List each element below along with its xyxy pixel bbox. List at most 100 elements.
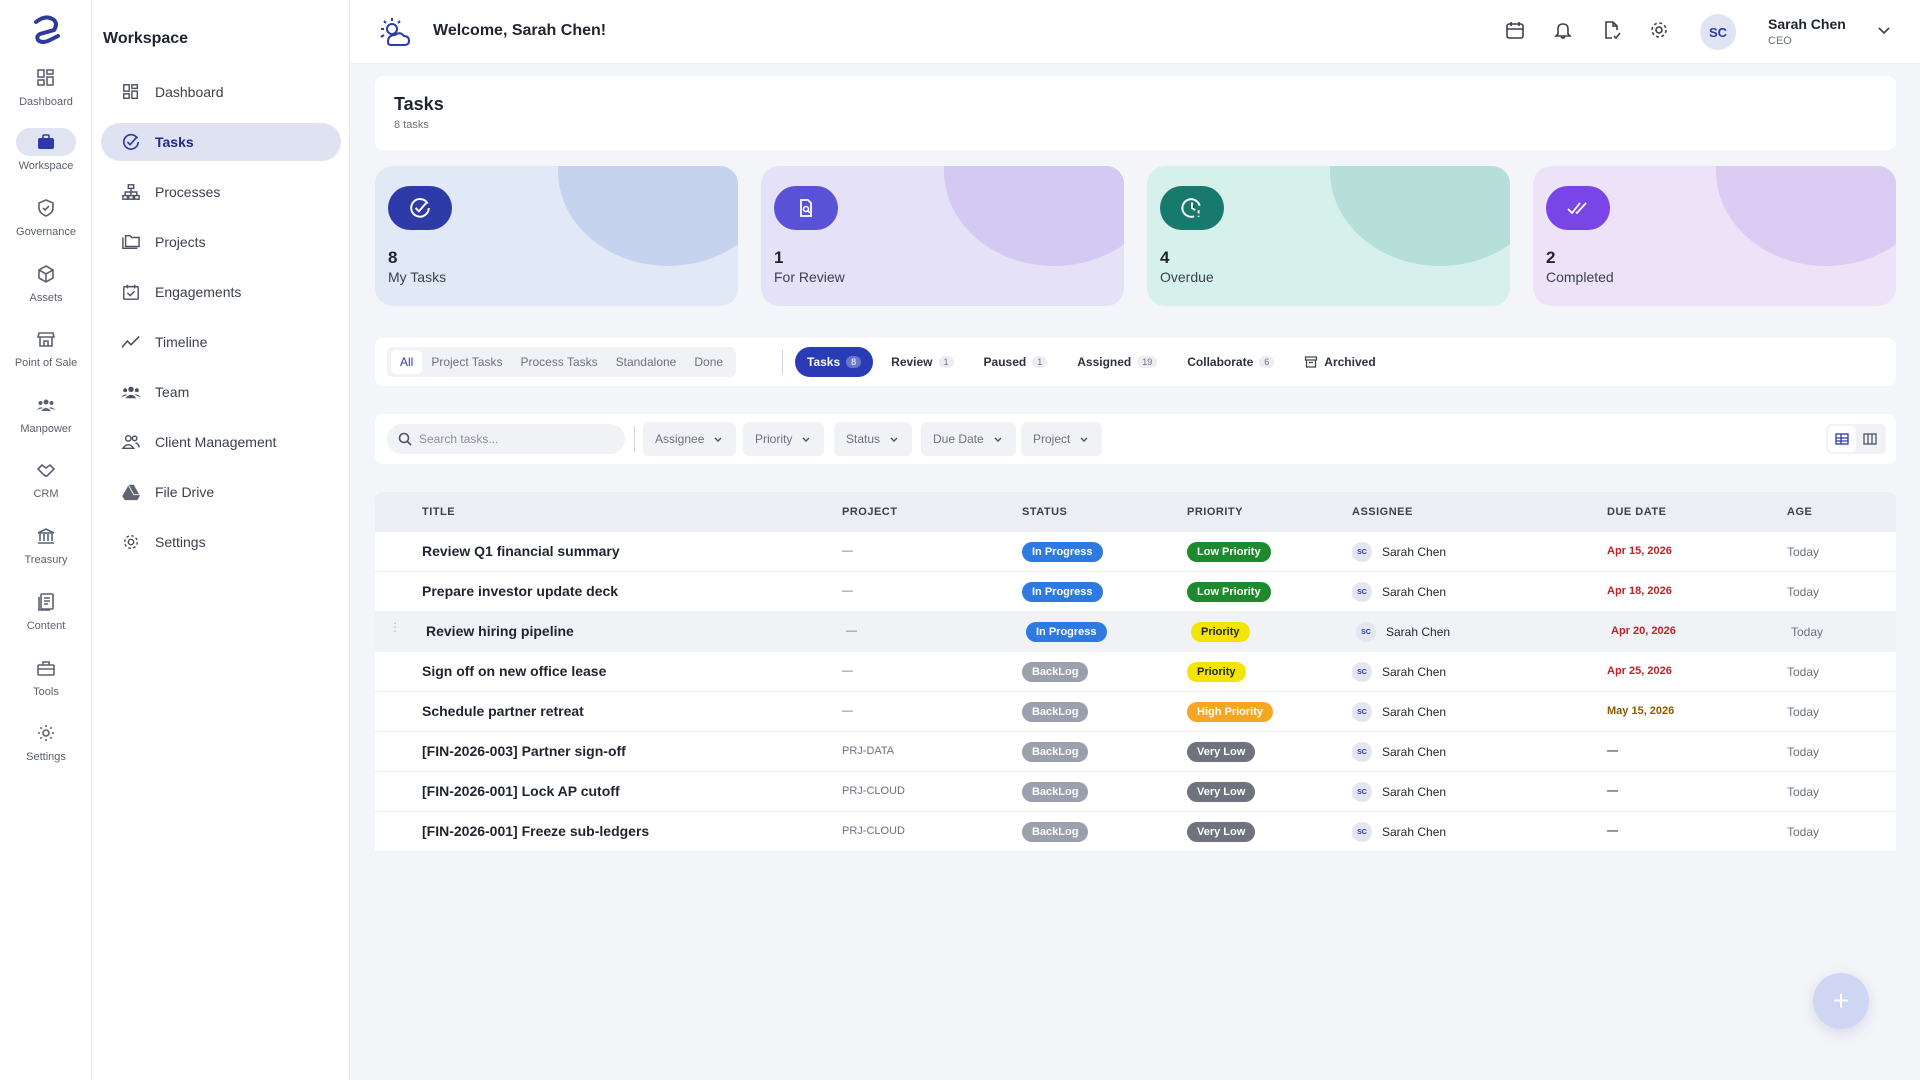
tab-archived[interactable]: Archived bbox=[1292, 347, 1387, 377]
rail-item-governance[interactable]: Governance bbox=[0, 194, 92, 254]
tab-process-tasks[interactable]: Process Tasks bbox=[511, 350, 606, 374]
status-filter[interactable]: Status bbox=[834, 422, 913, 456]
column-header[interactable]: DUE DATE bbox=[1607, 506, 1666, 518]
tab-project-tasks[interactable]: Project Tasks bbox=[422, 350, 511, 374]
document-sync-icon[interactable] bbox=[1601, 20, 1625, 44]
project-filter[interactable]: Project bbox=[1021, 422, 1103, 456]
assignee-filter[interactable]: Assignee bbox=[643, 422, 737, 456]
assignee[interactable]: SC Sarah Chen bbox=[1352, 542, 1446, 562]
table-row[interactable]: ⋮ Review hiring pipeline — In Progress Prior… bbox=[375, 612, 1896, 652]
assignee[interactable]: SC Sarah Chen bbox=[1352, 582, 1446, 602]
column-header[interactable]: AGE bbox=[1787, 506, 1812, 518]
rail-item-point-of-sale[interactable]: Point of Sale bbox=[0, 325, 92, 385]
task-title[interactable]: Prepare investor update deck bbox=[422, 583, 618, 599]
task-title[interactable]: Review hiring pipeline bbox=[426, 623, 574, 639]
add-task-button[interactable]: + bbox=[1813, 973, 1869, 1029]
status-badge[interactable]: In Progress bbox=[1026, 622, 1107, 642]
tab-paused[interactable]: Paused 1 bbox=[972, 347, 1060, 377]
table-row[interactable]: Review Q1 financial summary — In Progress L… bbox=[375, 532, 1896, 572]
table-row[interactable]: Schedule partner retreat — BackLog High Pri… bbox=[375, 692, 1896, 732]
drag-handle-icon[interactable]: ⋮ bbox=[389, 621, 401, 639]
status-badge[interactable]: BackLog bbox=[1022, 822, 1089, 842]
tab-all[interactable]: All bbox=[391, 350, 423, 374]
tab-review[interactable]: Review 1 bbox=[879, 347, 965, 377]
priority-badge[interactable]: Very Low bbox=[1187, 742, 1256, 762]
rail-item-treasury[interactable]: Treasury bbox=[0, 522, 92, 582]
tab-done[interactable]: Done bbox=[685, 350, 732, 374]
assignee[interactable]: SC Sarah Chen bbox=[1352, 742, 1446, 762]
search-input[interactable] bbox=[419, 432, 609, 446]
tab-assigned[interactable]: Assigned 19 bbox=[1065, 347, 1169, 377]
calendar-icon[interactable] bbox=[1505, 20, 1529, 44]
sidebar-item-dashboard[interactable]: Dashboard bbox=[101, 73, 341, 111]
table-row[interactable]: [FIN-2026-003] Partner sign-off PRJ-DATA B… bbox=[375, 732, 1896, 772]
rail-item-crm[interactable]: CRM bbox=[0, 456, 92, 516]
sidebar-item-client-management[interactable]: Client Management bbox=[101, 423, 341, 461]
status-badge[interactable]: BackLog bbox=[1022, 702, 1089, 722]
rail-item-assets[interactable]: Assets bbox=[0, 260, 92, 320]
table-row[interactable]: [FIN-2026-001] Freeze sub-ledgers PRJ-CLO… bbox=[375, 812, 1896, 852]
avatar[interactable]: SC bbox=[1700, 14, 1736, 50]
rail-item-content[interactable]: Content bbox=[0, 588, 92, 648]
table-row[interactable]: [FIN-2026-001] Lock AP cutoff PRJ-CLOUD Ba… bbox=[375, 772, 1896, 812]
priority-badge[interactable]: Priority bbox=[1187, 662, 1246, 682]
sidebar-item-file-drive[interactable]: File Drive bbox=[101, 473, 341, 511]
assignee[interactable]: SC Sarah Chen bbox=[1352, 822, 1446, 842]
status-badge[interactable]: BackLog bbox=[1022, 662, 1089, 682]
stat-card-for-review[interactable]: 1 For Review bbox=[761, 166, 1124, 306]
task-title[interactable]: Review Q1 financial summary bbox=[422, 543, 620, 559]
tab-standalone[interactable]: Standalone bbox=[607, 350, 686, 374]
due-date-filter[interactable]: Due Date bbox=[921, 422, 1016, 456]
task-title[interactable]: Schedule partner retreat bbox=[422, 703, 584, 719]
sidebar-item-timeline[interactable]: Timeline bbox=[101, 323, 341, 361]
column-header[interactable]: PROJECT bbox=[842, 506, 897, 518]
priority-badge[interactable]: High Priority bbox=[1187, 702, 1274, 722]
sidebar-item-projects[interactable]: Projects bbox=[101, 223, 341, 261]
bell-icon[interactable] bbox=[1553, 20, 1577, 44]
task-title[interactable]: Sign off on new office lease bbox=[422, 663, 606, 679]
status-badge[interactable]: BackLog bbox=[1022, 742, 1089, 762]
sidebar-item-engagements[interactable]: Engagements bbox=[101, 273, 341, 311]
stat-card-my-tasks[interactable]: 8 My Tasks bbox=[375, 166, 738, 306]
status-badge[interactable]: BackLog bbox=[1022, 782, 1089, 802]
task-title[interactable]: [FIN-2026-003] Partner sign-off bbox=[422, 743, 626, 759]
sidebar-item-team[interactable]: Team bbox=[101, 373, 341, 411]
task-title[interactable]: [FIN-2026-001] Lock AP cutoff bbox=[422, 783, 620, 799]
rail-item-tools[interactable]: Tools bbox=[0, 654, 92, 714]
assignee[interactable]: SC Sarah Chen bbox=[1352, 782, 1446, 802]
table-row[interactable]: Sign off on new office lease — BackLog Prio… bbox=[375, 652, 1896, 692]
gear-icon[interactable] bbox=[1649, 20, 1673, 44]
tab-collaborate[interactable]: Collaborate 6 bbox=[1175, 347, 1286, 377]
assignee[interactable]: SC Sarah Chen bbox=[1352, 702, 1446, 722]
priority-badge[interactable]: Very Low bbox=[1187, 822, 1256, 842]
stat-card-completed[interactable]: 2 Completed bbox=[1533, 166, 1896, 306]
column-header[interactable]: STATUS bbox=[1022, 506, 1067, 518]
tab-tasks[interactable]: Tasks 8 bbox=[795, 347, 874, 377]
column-header[interactable]: ASSIGNEE bbox=[1352, 506, 1413, 518]
status-badge[interactable]: In Progress bbox=[1022, 542, 1103, 562]
table-view-icon[interactable] bbox=[1828, 426, 1856, 452]
rail-item-settings[interactable]: Settings bbox=[0, 719, 92, 779]
priority-badge[interactable]: Low Priority bbox=[1187, 582, 1271, 602]
sidebar-item-tasks[interactable]: Tasks bbox=[101, 123, 341, 161]
priority-filter[interactable]: Priority bbox=[743, 422, 825, 456]
task-title[interactable]: [FIN-2026-001] Freeze sub-ledgers bbox=[422, 823, 649, 839]
priority-badge[interactable]: Priority bbox=[1191, 622, 1250, 642]
rail-item-dashboard[interactable]: Dashboard bbox=[0, 64, 92, 124]
chevron-down-icon[interactable] bbox=[1876, 22, 1896, 42]
priority-badge[interactable]: Very Low bbox=[1187, 782, 1256, 802]
assignee[interactable]: SC Sarah Chen bbox=[1352, 662, 1446, 682]
priority-badge[interactable]: Low Priority bbox=[1187, 542, 1271, 562]
sidebar-item-settings[interactable]: Settings bbox=[101, 523, 341, 561]
rail-item-workspace[interactable]: Workspace bbox=[0, 128, 92, 188]
rail-item-manpower[interactable]: Manpower bbox=[0, 391, 92, 451]
app-logo-icon[interactable] bbox=[28, 12, 64, 48]
assignee[interactable]: SC Sarah Chen bbox=[1356, 622, 1450, 642]
sidebar-item-processes[interactable]: Processes bbox=[101, 173, 341, 211]
table-row[interactable]: Prepare investor update deck — In Progress… bbox=[375, 572, 1896, 612]
board-view-icon[interactable] bbox=[1856, 426, 1884, 452]
status-badge[interactable]: In Progress bbox=[1022, 582, 1103, 602]
stat-card-overdue[interactable]: 4 Overdue bbox=[1147, 166, 1510, 306]
column-header[interactable]: PRIORITY bbox=[1187, 506, 1243, 518]
column-header[interactable]: TITLE bbox=[422, 506, 455, 518]
